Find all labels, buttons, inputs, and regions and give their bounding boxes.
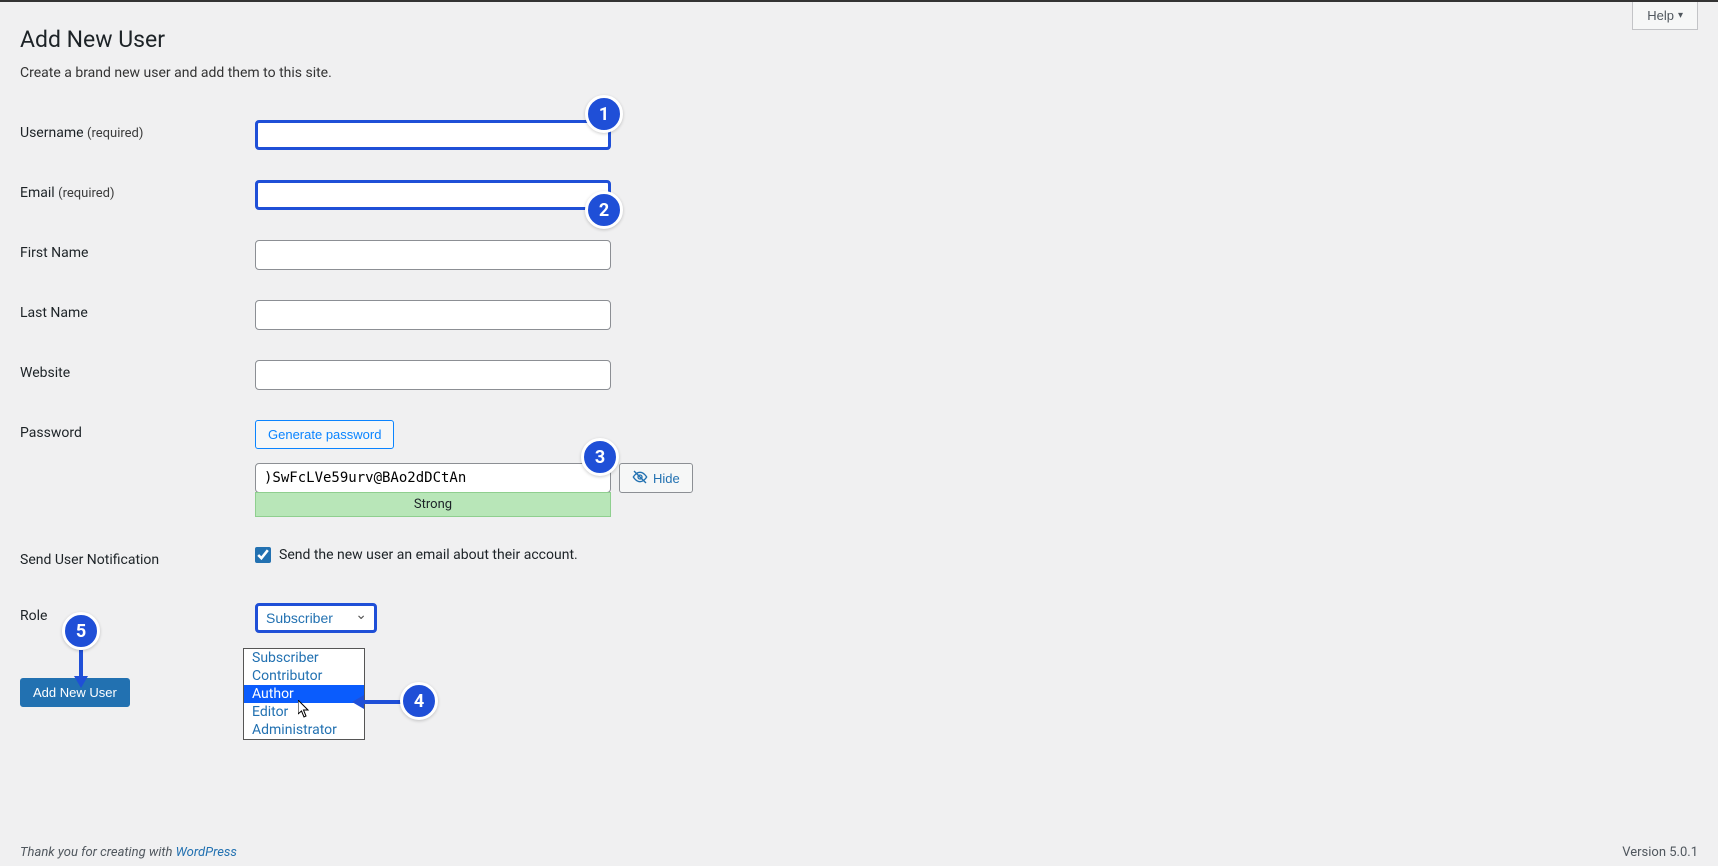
- role-dropdown-open[interactable]: Subscriber Contributor Author Editor Adm…: [243, 648, 365, 740]
- username-required: (required): [87, 126, 143, 141]
- role-option-author[interactable]: Author: [244, 685, 364, 703]
- website-label: Website: [20, 365, 70, 381]
- annotation-1: 1: [585, 95, 623, 133]
- role-select[interactable]: Subscriber: [255, 603, 377, 633]
- wordpress-link[interactable]: WordPress: [176, 845, 237, 860]
- send-notification-label: Send User Notification: [20, 552, 159, 568]
- send-notification-checkbox[interactable]: [255, 547, 271, 563]
- help-label: Help: [1647, 8, 1674, 23]
- annotation-2: 2: [585, 191, 623, 229]
- footer-version: Version 5.0.1: [1622, 845, 1698, 860]
- annotation-5: 5: [62, 612, 100, 650]
- annotation-4-arrow-line: [362, 700, 402, 704]
- last-name-label: Last Name: [20, 305, 88, 321]
- first-name-input[interactable]: [255, 240, 611, 270]
- hide-label: Hide: [653, 471, 680, 486]
- role-label: Role: [20, 608, 47, 624]
- role-option-subscriber[interactable]: Subscriber: [244, 649, 364, 667]
- page-subtitle: Create a brand new user and add them to …: [20, 65, 1698, 81]
- annotation-5-arrow-line: [79, 650, 83, 678]
- generate-password-button[interactable]: Generate password: [255, 420, 394, 449]
- role-option-editor[interactable]: Editor: [244, 703, 364, 721]
- password-input[interactable]: [255, 463, 611, 493]
- email-label: Email: [20, 185, 55, 201]
- password-label: Password: [20, 425, 82, 441]
- username-label: Username: [20, 125, 84, 141]
- username-input[interactable]: [255, 120, 611, 150]
- annotation-5-arrow-head: [74, 676, 88, 688]
- annotation-4: 4: [400, 682, 438, 720]
- role-option-contributor[interactable]: Contributor: [244, 667, 364, 685]
- first-name-label: First Name: [20, 245, 88, 261]
- annotation-3: 3: [581, 438, 619, 476]
- annotation-4-arrow-head: [352, 695, 364, 709]
- page-title: Add New User: [20, 26, 1698, 53]
- password-strength: Strong: [255, 492, 611, 517]
- eye-slash-icon: [632, 469, 648, 488]
- hide-password-button[interactable]: Hide: [619, 463, 693, 493]
- role-option-administrator[interactable]: Administrator: [244, 721, 364, 739]
- website-input[interactable]: [255, 360, 611, 390]
- send-notification-wrapper[interactable]: Send the new user an email about their a…: [255, 547, 1688, 563]
- last-name-input[interactable]: [255, 300, 611, 330]
- email-input[interactable]: [255, 180, 611, 210]
- footer-thanks: Thank you for creating with WordPress: [20, 845, 237, 860]
- help-button[interactable]: Help: [1632, 2, 1698, 30]
- send-notification-text: Send the new user an email about their a…: [279, 547, 578, 563]
- email-required: (required): [58, 186, 114, 201]
